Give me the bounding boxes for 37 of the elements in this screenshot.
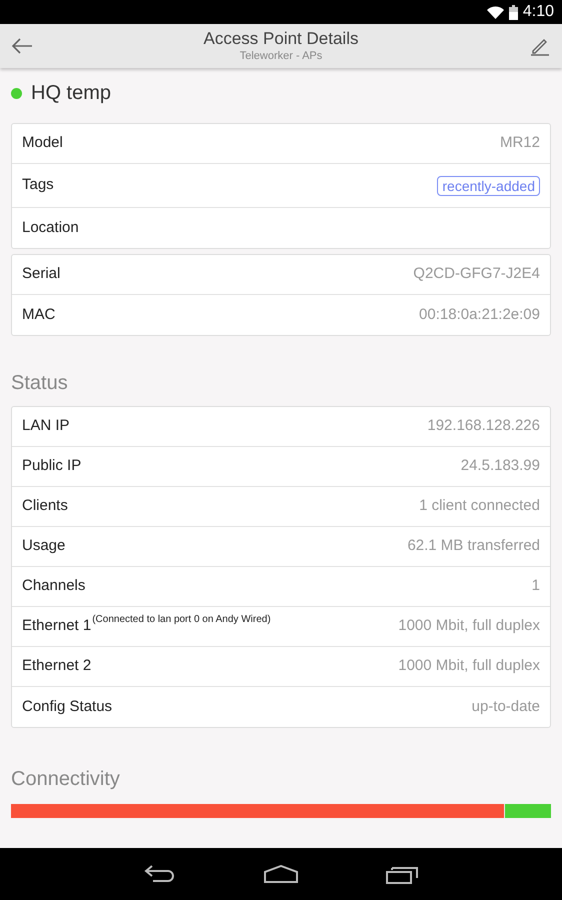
field-label: Serial [22,264,60,284]
section-heading: Status [11,371,69,396]
field-value: 62.1 MB transferred [407,536,540,556]
field-value: 00:18:0a:21:2e:09 [419,304,540,325]
field-value: 24.5.183.99 [460,456,540,476]
field-value: 1000 Mbit, full duplex [398,656,540,676]
device-name: HQ temp [31,81,112,106]
clock-time: 4:10 [522,2,554,22]
field-note: (Connected to lan port 0 on Andy Wired) [92,613,271,628]
back-nav-button[interactable] [144,865,176,883]
field-value: 192.168.128.226 [427,416,540,436]
field-value: 1000 Mbit, full duplex [398,616,540,636]
field-label: Tags [22,175,54,196]
section-heading: Connectivity [11,767,121,792]
field-label: Public IP [22,456,82,476]
battery-icon [508,4,518,20]
field-label: Usage [22,536,66,556]
field-label: Location [22,218,79,238]
field-value: 1 client connected [419,496,540,516]
tag-label: recently-added [437,176,540,196]
field-label: Model [22,133,63,154]
field-label: Ethernet 1 [22,616,92,636]
field-label: Ethernet 2 [22,656,92,676]
field-value: Q2CD-GFG7-J2E4 [413,264,540,284]
field-label: Clients [22,496,68,516]
field-label: MAC [22,304,56,325]
field-label: Channels [22,576,86,596]
home-button[interactable] [264,865,298,883]
field-value: 1 [532,576,540,596]
wifi-icon [486,6,504,18]
field-label: LAN IP [22,416,70,436]
screen-subtitle: Teleworker - APs [240,49,322,63]
field-value: MR12 [500,133,540,154]
field-value: up-to-date [472,696,540,717]
screen-title: Access Point Details [204,29,358,49]
recents-button[interactable] [386,864,418,884]
field-label: Config Status [22,696,112,717]
